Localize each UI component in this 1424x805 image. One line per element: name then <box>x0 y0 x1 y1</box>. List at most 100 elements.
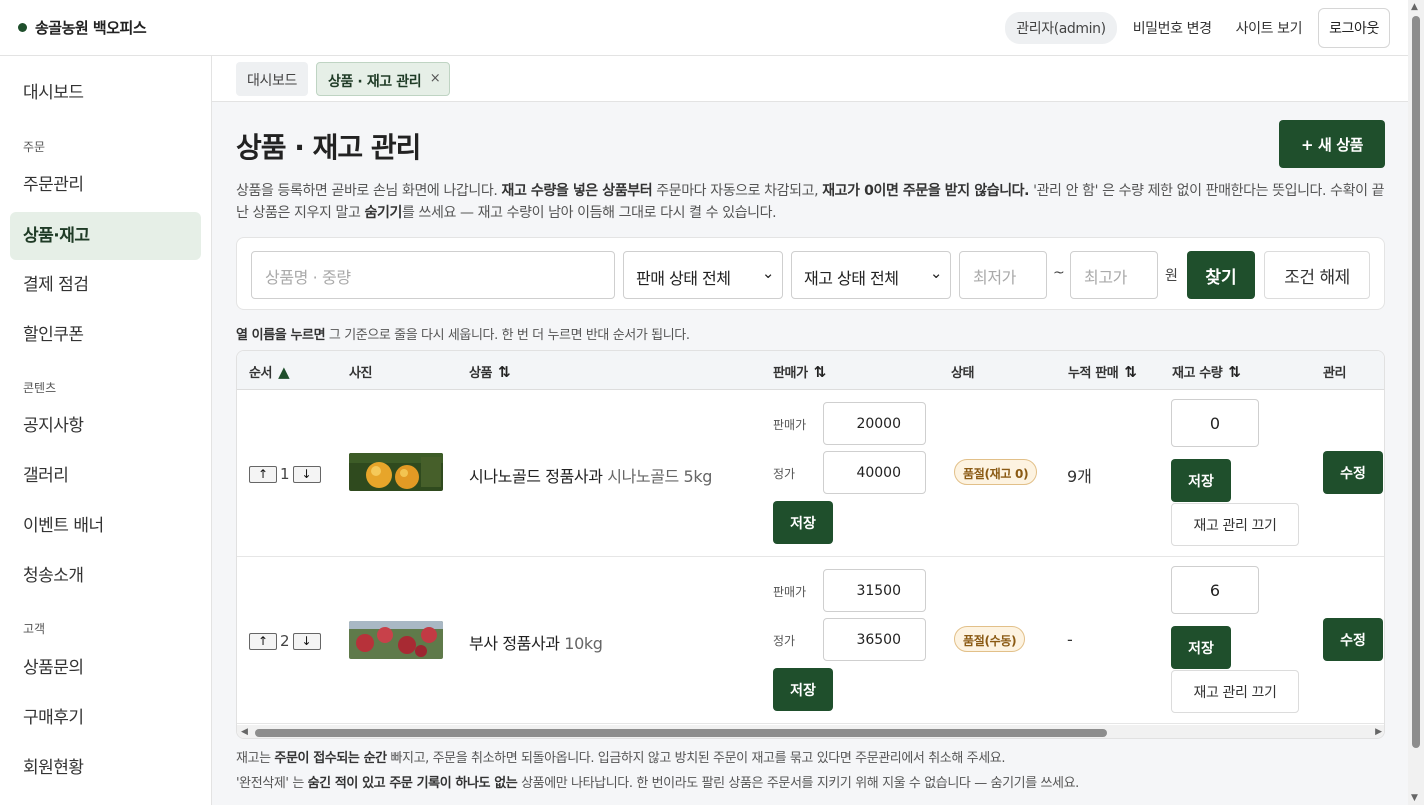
stock-status-select[interactable]: 재고 상태 전체 ⌄ <box>791 251 951 299</box>
max-price-input[interactable]: 최고가 <box>1070 251 1158 299</box>
order-number: 1 <box>280 465 290 483</box>
stock-save-button[interactable]: 저장 <box>1171 626 1231 669</box>
stock-input[interactable]: 0 <box>1171 399 1259 447</box>
table-header: 순서 ▲ 사진 상품 ⇅ 판매가 ⇅ 상태 누적 판매 ⇅ 재고 수량 ⇅ 관리 <box>237 351 1384 390</box>
view-site-link[interactable]: 사이트 보기 <box>1228 12 1310 44</box>
sidebar-item-products[interactable]: 상품·재고 <box>10 212 201 260</box>
admin-badge: 관리자(admin) <box>1005 12 1117 44</box>
scroll-left-icon[interactable]: ◀ <box>241 727 248 737</box>
move-up-button[interactable]: ↑ <box>249 465 277 483</box>
move-down-button[interactable]: ↓ <box>292 465 321 483</box>
price-save-button[interactable]: 저장 <box>773 501 833 544</box>
sidebar: 대시보드 주문 주문관리 상품·재고 결제 점검 할인쿠폰 콘텐츠 공지사항 갤… <box>0 56 212 805</box>
header-status: 상태 <box>951 366 975 381</box>
move-up-button[interactable]: ↑ <box>249 632 277 650</box>
list-price-input[interactable]: 40000 <box>823 451 926 494</box>
scroll-down-icon[interactable]: ▼ <box>1411 793 1418 803</box>
status-badge: 품절(재고 0) <box>954 459 1038 485</box>
edit-button[interactable]: 수정 <box>1323 618 1383 661</box>
header-cumulative-label: 누적 판매 <box>1068 366 1119 381</box>
won-unit: 원 <box>1165 268 1178 284</box>
sidebar-item-payments[interactable]: 결제 점검 <box>10 261 201 309</box>
edit-button[interactable]: 수정 <box>1323 451 1383 494</box>
header-stock[interactable]: 재고 수량 ⇅ <box>1172 362 1241 381</box>
header-price[interactable]: 판매가 ⇅ <box>773 362 826 381</box>
sidebar-item-notices[interactable]: 공지사항 <box>10 402 201 450</box>
cumulative-sales: - <box>1067 630 1073 649</box>
stock-off-button[interactable]: 재고 관리 끄기 <box>1171 670 1299 713</box>
price-save-button[interactable]: 저장 <box>773 668 833 711</box>
scroll-right-icon[interactable]: ▶ <box>1375 727 1382 737</box>
header-photo: 사진 <box>349 366 373 381</box>
order-number: 2 <box>280 632 290 650</box>
product-table: 순서 ▲ 사진 상품 ⇅ 판매가 ⇅ 상태 누적 판매 ⇅ 재고 수량 ⇅ 관리 ↑ 1 … <box>236 350 1385 739</box>
sale-price-input[interactable]: 20000 <box>823 402 926 445</box>
logout-button[interactable]: 로그아웃 <box>1318 8 1390 48</box>
sidebar-item-members[interactable]: 회원현황 <box>10 744 201 792</box>
find-button[interactable]: 찾기 <box>1187 251 1255 299</box>
scroll-thumb[interactable] <box>255 729 1107 737</box>
product-photo <box>349 621 443 659</box>
list-price-input[interactable]: 36500 <box>823 618 926 661</box>
tab-dashboard[interactable]: 대시보드 <box>236 62 308 96</box>
order-controls: ↑ 2 ↓ <box>249 632 321 650</box>
sidebar-item-banners[interactable]: 이벤트 배너 <box>10 502 201 550</box>
stock-off-button[interactable]: 재고 관리 끄기 <box>1171 503 1299 546</box>
tab-products[interactable]: 상품 · 재고 관리 × <box>316 62 451 96</box>
stock-input[interactable]: 6 <box>1171 566 1259 614</box>
sidebar-item-reviews[interactable]: 구매후기 <box>10 694 201 742</box>
search-input[interactable]: 상품명 · 중량 <box>251 251 615 299</box>
horizontal-scrollbar[interactable]: ◀ ▶ <box>237 725 1384 738</box>
footer-note-2: '완전삭제' 는 숨긴 적이 있고 주문 기록이 하나도 없는 상품에만 나타납… <box>236 772 1079 791</box>
sidebar-item-coupons[interactable]: 할인쿠폰 <box>10 311 201 359</box>
header-cumulative[interactable]: 누적 판매 ⇅ <box>1068 362 1137 381</box>
sort-icon: ⇅ <box>813 363 827 381</box>
page-title: 상품 · 재고 관리 <box>236 131 421 164</box>
product-title: 시나노골드 정품사과 <box>469 467 603 486</box>
brand-name: 송골농원 백오피스 <box>35 19 147 37</box>
header-price-label: 판매가 <box>773 366 808 381</box>
foot1-a: 재고는 <box>236 751 275 766</box>
product-name: 시나노골드 정품사과 시나노골드 5kg <box>469 463 712 487</box>
stock-save-button[interactable]: 저장 <box>1171 459 1231 502</box>
chevron-down-icon: ⌄ <box>761 264 775 282</box>
brand-dot-icon <box>18 23 27 32</box>
page-scrollbar[interactable]: ▲ ▼ <box>1408 0 1424 805</box>
sidebar-group-customer: 고객 <box>23 622 46 636</box>
desc-bold-2: 재고가 0이면 주문을 받지 않습니다. <box>822 183 1030 199</box>
desc-bold-3: 숨기기 <box>364 205 403 221</box>
close-icon[interactable]: × <box>430 71 441 86</box>
top-bar-actions: 관리자(admin) 비밀번호 변경 사이트 보기 로그아웃 <box>1005 8 1390 48</box>
header-stock-label: 재고 수량 <box>1172 366 1223 381</box>
sale-price-label: 판매가 <box>773 418 807 432</box>
product-name: 부사 정품사과 10kg <box>469 630 603 654</box>
new-product-button[interactable]: + 새 상품 <box>1279 120 1385 168</box>
min-price-input[interactable]: 최저가 <box>959 251 1047 299</box>
sale-status-select[interactable]: 판매 상태 전체 ⌄ <box>623 251 783 299</box>
page-scroll-thumb[interactable] <box>1412 16 1420 748</box>
product-subtitle: 10kg <box>564 634 603 653</box>
sidebar-item-gallery[interactable]: 갤러리 <box>10 452 201 500</box>
header-product[interactable]: 상품 ⇅ <box>469 362 511 381</box>
main-content: 대시보드 상품 · 재고 관리 × 상품 · 재고 관리 + 새 상품 상품을 … <box>212 56 1408 805</box>
clear-filter-button[interactable]: 조건 해제 <box>1264 251 1370 299</box>
sale-price-label: 판매가 <box>773 585 807 599</box>
brand[interactable]: 송골농원 백오피스 <box>18 17 147 38</box>
sale-price-input[interactable]: 31500 <box>823 569 926 612</box>
header-order[interactable]: 순서 ▲ <box>249 362 290 381</box>
sidebar-item-orders[interactable]: 주문관리 <box>10 161 201 209</box>
sidebar-item-intro[interactable]: 청송소개 <box>10 552 201 600</box>
list-price-label: 정가 <box>773 634 796 648</box>
table-row: ↑ 1 ↓ 시나노골드 정품사과 시나노골드 5kg 판매가 20000 정가 <box>237 390 1384 557</box>
foot1-b: 주문이 접수되는 순간 <box>274 751 387 766</box>
product-subtitle: 시나노골드 5kg <box>607 467 712 486</box>
change-password-link[interactable]: 비밀번호 변경 <box>1125 12 1220 44</box>
range-tilde: ~ <box>1053 265 1065 281</box>
sidebar-item-inquiries[interactable]: 상품문의 <box>10 644 201 692</box>
scroll-up-icon[interactable]: ▲ <box>1411 2 1418 12</box>
move-down-button[interactable]: ↓ <box>292 632 321 650</box>
sale-status-value: 판매 상태 전체 <box>636 269 731 288</box>
header-product-label: 상품 <box>469 366 493 381</box>
sort-hint: 열 이름을 누르면 그 기준으로 줄을 다시 세웁니다. 한 번 더 누르면 반… <box>236 324 690 343</box>
sidebar-item-dashboard[interactable]: 대시보드 <box>10 69 201 117</box>
